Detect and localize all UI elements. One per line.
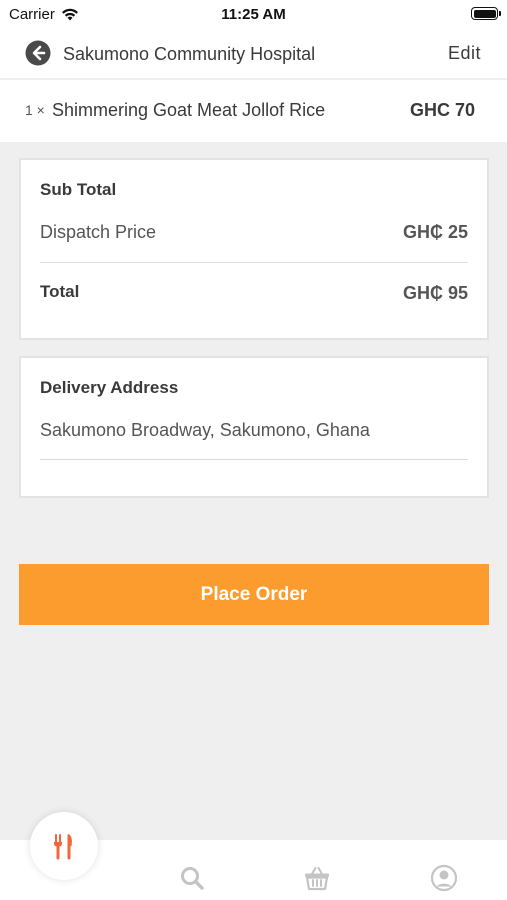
edit-button[interactable]: Edit <box>448 43 481 64</box>
battery-icon <box>471 7 501 20</box>
dispatch-price-label: Dispatch Price <box>40 222 157 242</box>
item-quantity: 1 × <box>25 102 45 118</box>
divider <box>40 459 468 460</box>
order-summary-card: Sub Total Dispatch Price GH₵ 25 Total GH… <box>19 158 489 340</box>
search-icon[interactable] <box>178 864 206 892</box>
delivery-address-card: Delivery Address Sakumono Broadway, Saku… <box>19 356 489 498</box>
profile-icon[interactable] <box>430 864 458 892</box>
back-arrow-icon[interactable] <box>25 40 51 66</box>
divider <box>40 262 468 263</box>
clock: 11:25 AM <box>221 6 286 23</box>
delivery-address-text[interactable]: Sakumono Broadway, Sakumono, Ghana <box>40 420 370 441</box>
navigation-bar: Sakumono Community Hospital Edit <box>0 30 507 78</box>
subtotal-label: Sub Total <box>40 180 117 199</box>
tab-restaurant[interactable] <box>30 812 98 880</box>
dispatch-price-amount: GH₵ 25 <box>402 222 468 242</box>
page-title: Sakumono Community Hospital <box>63 44 316 64</box>
place-order-button[interactable]: Place Order <box>19 564 489 625</box>
basket-icon[interactable] <box>303 864 331 892</box>
cart-item-row: 1 × Shimmering Goat Meat Jollof Rice GHC… <box>0 80 507 142</box>
item-name: Shimmering Goat Meat Jollof Rice <box>52 100 326 120</box>
total-amount: GH₵ 95 <box>402 283 468 303</box>
delivery-address-heading: Delivery Address <box>40 378 179 397</box>
item-price: GHC 70 <box>409 100 475 120</box>
total-label: Total <box>40 282 80 301</box>
status-bar: Carrier 11:25 AM <box>0 0 507 30</box>
restaurant-icon <box>54 834 72 860</box>
